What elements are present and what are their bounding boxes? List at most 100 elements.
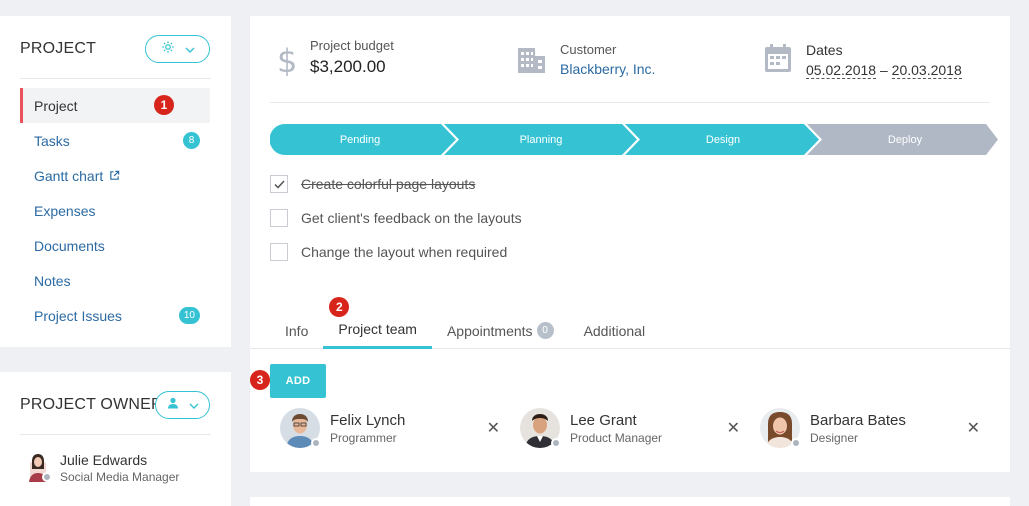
member-details: Lee Grant Product Manager bbox=[570, 412, 662, 445]
owner-name: Julie Edwards bbox=[60, 452, 148, 468]
stage-planning[interactable]: Planning bbox=[452, 124, 630, 155]
close-icon[interactable]: ✕ bbox=[967, 418, 980, 438]
gear-icon bbox=[161, 40, 175, 59]
member-details: Barbara Bates Designer bbox=[810, 412, 906, 445]
budget-value: $3,200.00 bbox=[310, 57, 386, 76]
task-checkbox[interactable] bbox=[270, 175, 288, 193]
divider bbox=[270, 102, 990, 103]
tab-label: Info bbox=[285, 322, 309, 339]
chevron-down-icon bbox=[189, 396, 199, 414]
annotation-marker-3: 3 bbox=[250, 370, 270, 390]
avatar bbox=[26, 452, 52, 482]
member-details: Felix Lynch Programmer bbox=[330, 412, 405, 445]
check-icon bbox=[273, 179, 285, 189]
next-panel bbox=[250, 497, 1010, 506]
tab-appointments[interactable]: Appointments 0 bbox=[432, 312, 569, 349]
owner-details: Julie Edwards Social Media Manager bbox=[60, 452, 179, 484]
member-name: Felix Lynch bbox=[330, 411, 406, 429]
team-member[interactable]: Barbara Bates Designer ✕ bbox=[760, 406, 980, 450]
owner-entry[interactable]: Julie Edwards Social Media Manager bbox=[26, 452, 179, 484]
sidebar-item-label: Documents bbox=[34, 237, 105, 254]
sidebar-item-project[interactable]: Project 1 bbox=[20, 88, 210, 123]
close-icon[interactable]: ✕ bbox=[727, 418, 740, 438]
avatar bbox=[760, 408, 801, 448]
building-icon bbox=[516, 44, 546, 79]
sidebar-item-gantt-chart[interactable]: Gantt chart bbox=[20, 158, 210, 193]
svg-text:$: $ bbox=[277, 42, 296, 76]
task-label: Create colorful page layouts bbox=[301, 176, 476, 192]
project-owner-panel: PROJECT OWNER Julie Edwards Social Media… bbox=[0, 372, 231, 506]
task-item[interactable]: Create colorful page layouts bbox=[270, 175, 475, 193]
sidebar-item-label: Tasks bbox=[34, 132, 70, 149]
divider bbox=[20, 78, 211, 79]
customer-label: Customer bbox=[560, 42, 617, 57]
status-dot bbox=[791, 438, 801, 448]
sidebar-item-tasks[interactable]: Tasks 8 bbox=[20, 123, 210, 158]
customer-link[interactable]: Blackberry, Inc. bbox=[560, 61, 655, 77]
dollar-icon: $ bbox=[276, 42, 297, 81]
member-role: Product Manager bbox=[570, 430, 663, 445]
date-separator: – bbox=[879, 62, 888, 78]
task-label: Change the layout when required bbox=[301, 244, 508, 260]
task-checkbox[interactable] bbox=[270, 243, 288, 261]
tab-additional[interactable]: Additional bbox=[569, 312, 661, 349]
project-panel-title: PROJECT bbox=[20, 40, 97, 57]
team-member[interactable]: Lee Grant Product Manager ✕ bbox=[520, 406, 740, 450]
chevron-down-icon bbox=[185, 40, 195, 58]
add-member-button[interactable]: ADD bbox=[270, 364, 326, 398]
divider bbox=[20, 434, 211, 435]
appointments-count-badge: 0 bbox=[536, 322, 554, 339]
user-icon bbox=[167, 396, 179, 414]
budget-label: Project budget bbox=[310, 38, 394, 53]
avatar bbox=[520, 408, 561, 448]
calendar-icon bbox=[764, 43, 792, 78]
sidebar-item-label: Project Issues bbox=[34, 307, 122, 324]
member-role: Programmer bbox=[330, 430, 397, 445]
status-dot bbox=[42, 472, 52, 482]
project-nav-panel: PROJECT Project 1 Tasks 8 Gantt chart Ex… bbox=[0, 16, 231, 347]
member-role: Designer bbox=[810, 430, 859, 445]
annotation-marker-2: 2 bbox=[329, 297, 350, 317]
status-dot bbox=[551, 438, 561, 448]
end-date[interactable]: 20.03.2018 bbox=[891, 62, 962, 79]
task-checkbox[interactable] bbox=[270, 209, 288, 227]
sidebar-item-label: Notes bbox=[34, 272, 71, 289]
sidebar-nav: Project 1 Tasks 8 Gantt chart Expenses D… bbox=[20, 88, 210, 333]
customer-block: Customer Blackberry, Inc. bbox=[516, 42, 655, 79]
detail-tabs: Info Project team 2 Appointments 0 Addit… bbox=[270, 297, 661, 349]
close-icon[interactable]: ✕ bbox=[487, 418, 500, 438]
task-item[interactable]: Change the layout when required bbox=[270, 243, 507, 261]
tab-project-team[interactable]: Project team 2 bbox=[323, 297, 432, 349]
stage-pending[interactable]: Pending bbox=[270, 124, 450, 155]
sidebar-item-notes[interactable]: Notes bbox=[20, 263, 210, 298]
budget-block: $ Project budget $3,200.00 bbox=[276, 38, 394, 81]
status-dot bbox=[311, 438, 321, 448]
start-date[interactable]: 05.02.2018 bbox=[806, 62, 877, 79]
project-stages: Pending Planning Design Deploy bbox=[270, 124, 998, 155]
external-link-icon bbox=[109, 170, 120, 181]
stage-design[interactable]: Design bbox=[633, 124, 813, 155]
sidebar-item-project-issues[interactable]: Project Issues 10 bbox=[20, 298, 210, 333]
sidebar-item-label: Expenses bbox=[34, 202, 96, 219]
project-owner-title: PROJECT OWNER bbox=[20, 396, 163, 413]
tab-label: Additional bbox=[583, 322, 646, 339]
member-name: Lee Grant bbox=[570, 411, 637, 429]
owner-user-button[interactable] bbox=[155, 391, 210, 419]
tab-label: Appointments bbox=[446, 322, 533, 339]
owner-role: Social Media Manager bbox=[60, 470, 180, 484]
task-label: Get client's feedback on the layouts bbox=[301, 210, 522, 226]
sidebar-item-label: Gantt chart bbox=[34, 167, 104, 184]
tasks-count-badge: 8 bbox=[183, 132, 200, 149]
sidebar-item-documents[interactable]: Documents bbox=[20, 228, 210, 263]
avatar bbox=[280, 408, 321, 448]
sidebar-item-expenses[interactable]: Expenses bbox=[20, 193, 210, 228]
task-item[interactable]: Get client's feedback on the layouts bbox=[270, 209, 522, 227]
stage-deploy[interactable]: Deploy bbox=[815, 124, 995, 155]
tab-info[interactable]: Info bbox=[270, 312, 323, 349]
dates-block: Dates 05.02.2018 – 20.03.2018 bbox=[764, 42, 962, 79]
annotation-marker-1: 1 bbox=[154, 95, 174, 115]
project-settings-button[interactable] bbox=[145, 35, 210, 63]
sidebar-item-label: Project bbox=[34, 97, 78, 114]
issues-count-badge: 10 bbox=[178, 307, 200, 324]
team-member[interactable]: Felix Lynch Programmer ✕ bbox=[280, 406, 500, 450]
